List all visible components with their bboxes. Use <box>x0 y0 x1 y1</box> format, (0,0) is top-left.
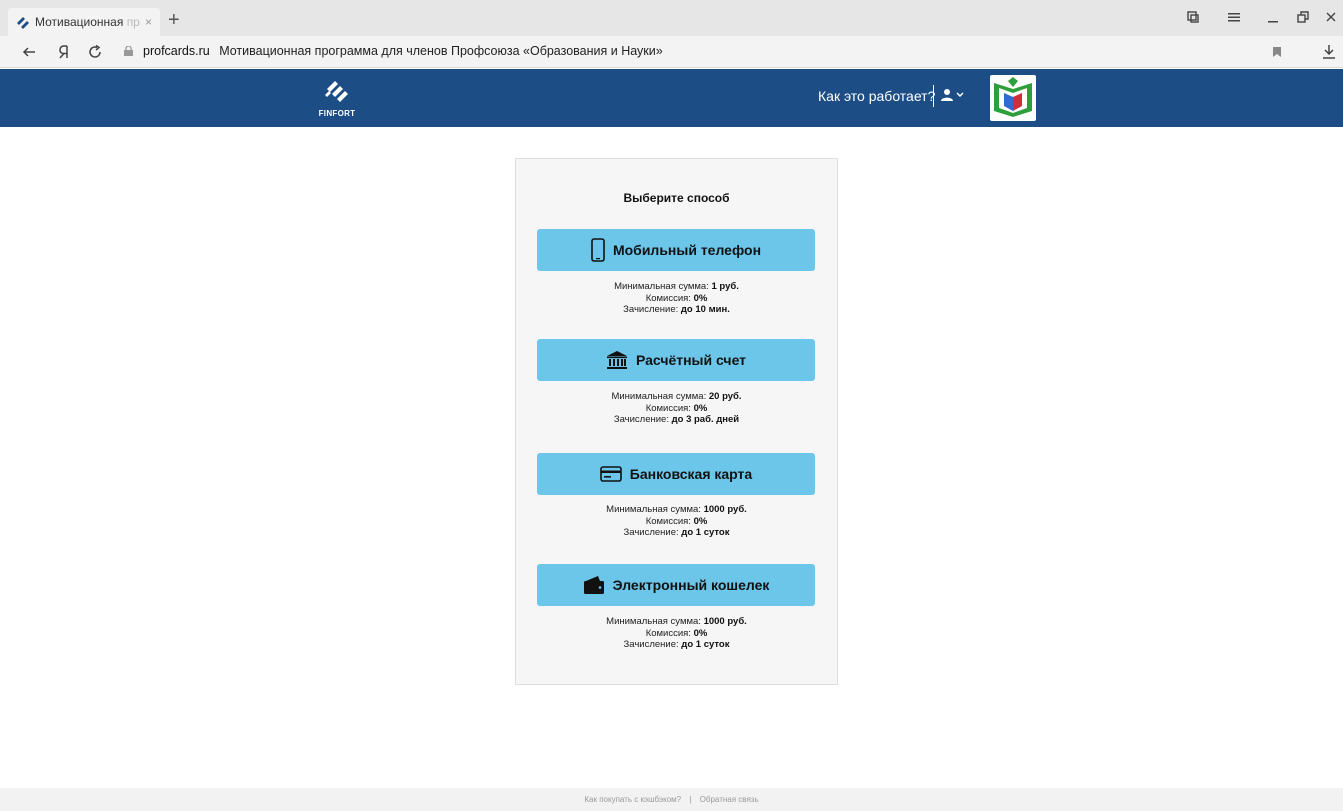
browser-tabstrip: Мотивационная пр... × + <box>0 0 1343 36</box>
bank-account-button[interactable]: Расчётный счет <box>537 339 815 381</box>
site-footer: Как покупать с кэшбэком? | Обратная связ… <box>0 788 1343 811</box>
bank-card-info: Минимальная сумма: 1000 руб. Комиссия: 0… <box>606 504 747 538</box>
wallet-icon <box>583 575 605 595</box>
e-wallet-button[interactable]: Электронный кошелек <box>537 564 815 606</box>
feedback-link[interactable]: Обратная связь <box>700 795 759 804</box>
new-tab-button[interactable]: + <box>168 8 180 32</box>
finfort-favicon-icon <box>17 17 29 29</box>
url-page-title: Мотивационная программа для членов Профс… <box>219 44 663 58</box>
cashback-howto-link[interactable]: Как покупать с кэшбэком? <box>584 795 681 804</box>
footer-divider: | <box>689 795 692 804</box>
union-emblem-icon <box>990 75 1036 121</box>
site-header: FINFORT Как это работает? <box>0 69 1343 127</box>
bank-account-label: Расчётный счет <box>635 352 747 368</box>
mobile-phone-icon <box>591 238 605 262</box>
address-bar-row: profcards.ru Мотивационная программа для… <box>0 36 1343 68</box>
close-window-icon[interactable] <box>1324 10 1338 24</box>
bank-card-label: Банковская карта <box>629 466 753 482</box>
bookmark-icon[interactable] <box>1272 46 1282 58</box>
restore-icon[interactable] <box>1296 10 1310 24</box>
url-host: profcards.ru <box>143 44 210 58</box>
reload-icon[interactable] <box>88 45 102 59</box>
mobile-phone-info: Минимальная сумма: 1 руб. Комиссия: 0% З… <box>614 281 739 315</box>
user-menu-button[interactable] <box>940 88 964 101</box>
browser-tab[interactable]: Мотивационная пр... × <box>8 8 160 36</box>
e-wallet-label: Электронный кошелек <box>612 577 770 593</box>
yandex-icon[interactable] <box>58 45 70 59</box>
payout-method-card: Выберите способ Мобильный телефон Минима… <box>515 158 838 685</box>
back-icon[interactable] <box>22 45 36 59</box>
address-field[interactable]: profcards.ru Мотивационная программа для… <box>143 44 663 58</box>
user-icon <box>941 89 953 101</box>
chevron-down-icon <box>956 91 964 97</box>
e-wallet-info: Минимальная сумма: 1000 руб. Комиссия: 0… <box>606 616 747 650</box>
logo-text: FINFORT <box>318 109 356 118</box>
bookmarks-panel-icon[interactable] <box>1186 10 1200 24</box>
mobile-phone-label: Мобильный телефон <box>612 242 762 258</box>
finfort-logo[interactable]: FINFORT <box>312 79 362 123</box>
card-title: Выберите способ <box>623 191 730 205</box>
lock-icon[interactable] <box>124 46 133 56</box>
finfort-logo-icon <box>325 81 348 102</box>
close-tab-icon[interactable]: × <box>145 15 152 29</box>
menu-icon[interactable] <box>1227 10 1241 24</box>
minimize-icon[interactable] <box>1266 10 1280 24</box>
bank-account-info: Минимальная сумма: 20 руб. Комиссия: 0% … <box>611 391 742 425</box>
how-it-works-link[interactable]: Как это работает? <box>818 88 935 104</box>
header-divider <box>933 85 934 107</box>
bank-icon <box>606 350 628 370</box>
bank-card-button[interactable]: Банковская карта <box>537 453 815 495</box>
download-icon[interactable] <box>1322 44 1336 59</box>
credit-card-icon <box>599 466 622 482</box>
mobile-phone-button[interactable]: Мобильный телефон <box>537 229 815 271</box>
tab-title: Мотивационная пр... <box>35 15 141 29</box>
